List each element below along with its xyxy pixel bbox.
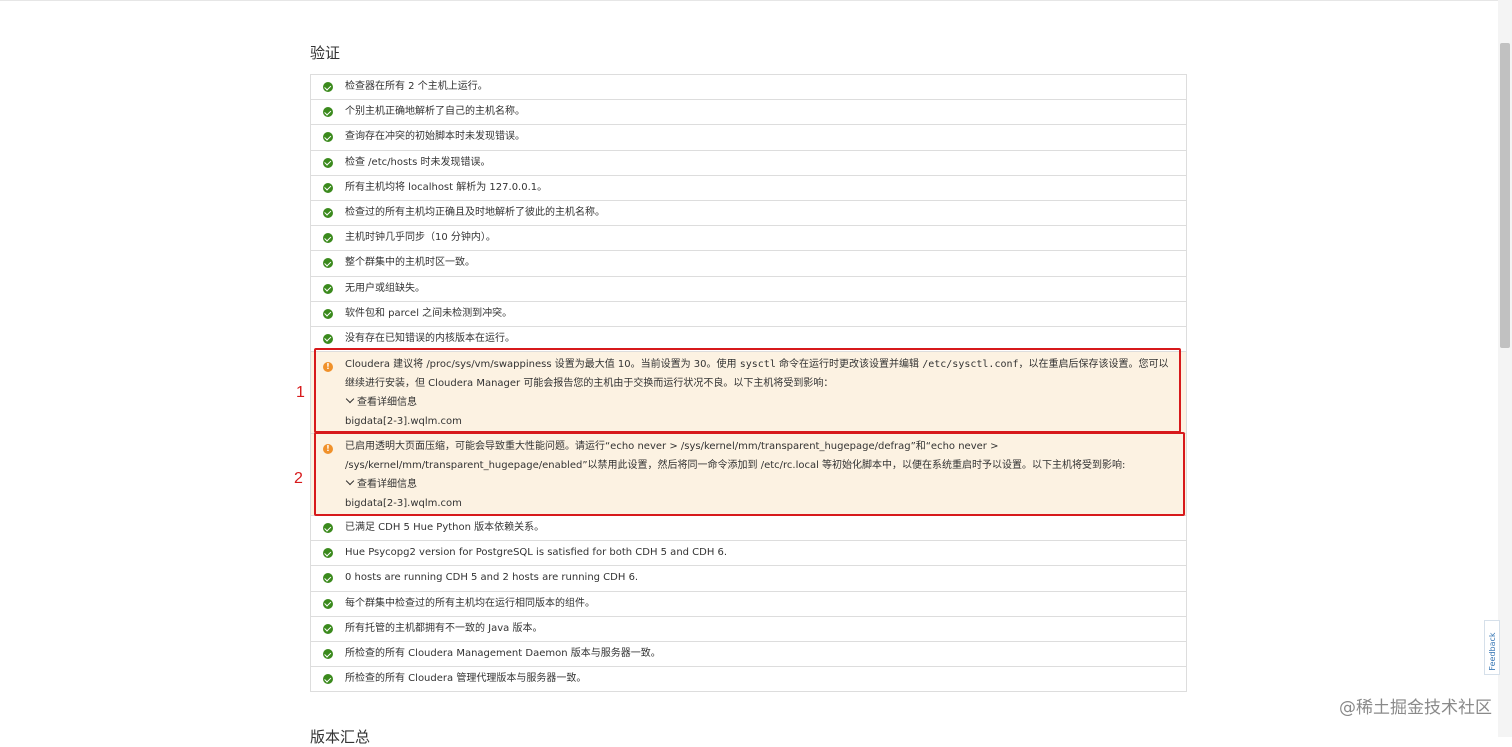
check-icon [323,157,333,168]
check-row: 检查 /etc/hosts 时未发现错误。 [311,151,1186,176]
check-row: 主机时钟几乎同步（10 分钟内）。 [311,226,1186,252]
top-border [0,0,1512,1]
check-text: 个别主机正确地解析了自己的主机名称。 [345,106,525,118]
check-icon [323,548,333,559]
annotation-box-2 [314,432,1185,516]
check-text: 所有主机均将 localhost 解析为 127.0.0.1。 [345,181,548,193]
check-row: 查询存在冲突的初始脚本时未发现错误。 [311,125,1186,151]
check-icon [323,233,333,244]
check-icon [323,649,333,659]
check-text: 没有存在已知错误的内核版本在运行。 [345,332,515,344]
annotation-box-1 [314,348,1181,433]
check-text: 已满足 CDH 5 Hue Python 版本依赖关系。 [345,522,545,534]
check-icon [323,82,333,92]
check-icon [323,207,333,218]
check-row: 整个群集中的主机时区一致。 [311,251,1186,277]
section-title: 验证 [310,44,341,62]
check-icon [323,674,333,685]
check-icon [323,623,333,634]
check-row: 检查过的所有主机均正确且及时地解析了彼此的主机名称。 [311,201,1186,227]
check-text: 0 hosts are running CDH 5 and 2 hosts ar… [345,572,639,584]
feedback-tab[interactable]: Feedback [1484,620,1500,675]
check-text: 查询存在冲突的初始脚本时未发现错误。 [345,131,525,143]
check-text: 所检查的所有 Cloudera 管理代理版本与服务器一致。 [345,673,587,685]
check-text: 无用户或组缺失。 [345,282,425,294]
check-row: 每个群集中检查过的所有主机均在运行相同版本的组件。 [311,592,1186,617]
check-icon [323,107,333,118]
scrollbar-thumb[interactable] [1500,43,1510,348]
check-icon [323,283,333,294]
check-icon [323,132,333,143]
check-row: 无用户或组缺失。 [311,277,1186,302]
check-text: 检查过的所有主机均正确且及时地解析了彼此的主机名称。 [345,206,605,218]
check-text: 每个群集中检查过的所有主机均在运行相同版本的组件。 [345,597,595,609]
check-text: 检查 /etc/hosts 时未发现错误。 [345,156,491,168]
check-row: 软件包和 parcel 之间未检测到冲突。 [311,302,1186,327]
check-row: Hue Psycopg2 version for PostgreSQL is s… [311,541,1186,567]
check-row: 个别主机正确地解析了自己的主机名称。 [311,100,1186,126]
check-icon [323,182,333,193]
check-text: 所有托管的主机都拥有不一致的 Java 版本。 [345,622,543,634]
annotation-label-2: 2 [294,470,303,487]
check-row: 所检查的所有 Cloudera Management Daemon 版本与服务器… [311,642,1186,668]
check-text: Hue Psycopg2 version for PostgreSQL is s… [345,547,728,559]
check-icon [323,523,333,534]
check-icon [323,258,333,269]
check-icon [323,598,333,609]
check-text: 整个群集中的主机时区一致。 [345,257,475,269]
feedback-label: Feedback [1488,632,1497,671]
check-text: 检查器在所有 2 个主机上运行。 [345,81,488,92]
check-row: 已满足 CDH 5 Hue Python 版本依赖关系。 [311,516,1186,542]
check-icon [323,333,333,344]
check-icon [323,573,333,584]
check-icon [323,308,333,319]
annotation-label-1: 1 [296,384,305,401]
check-row: 所有托管的主机都拥有不一致的 Java 版本。 [311,617,1186,642]
check-text: 所检查的所有 Cloudera Management Daemon 版本与服务器… [345,648,661,659]
check-row: 所有主机均将 localhost 解析为 127.0.0.1。 [311,176,1186,201]
check-row: 0 hosts are running CDH 5 and 2 hosts ar… [311,566,1186,592]
check-row: 检查器在所有 2 个主机上运行。 [311,75,1186,101]
check-text: 软件包和 parcel 之间未检测到冲突。 [345,307,513,319]
check-text: 主机时钟几乎同步（10 分钟内）。 [345,232,496,244]
watermark: @稀土掘金技术社区 [1339,698,1492,718]
check-row: 所检查的所有 Cloudera 管理代理版本与服务器一致。 [311,667,1186,693]
